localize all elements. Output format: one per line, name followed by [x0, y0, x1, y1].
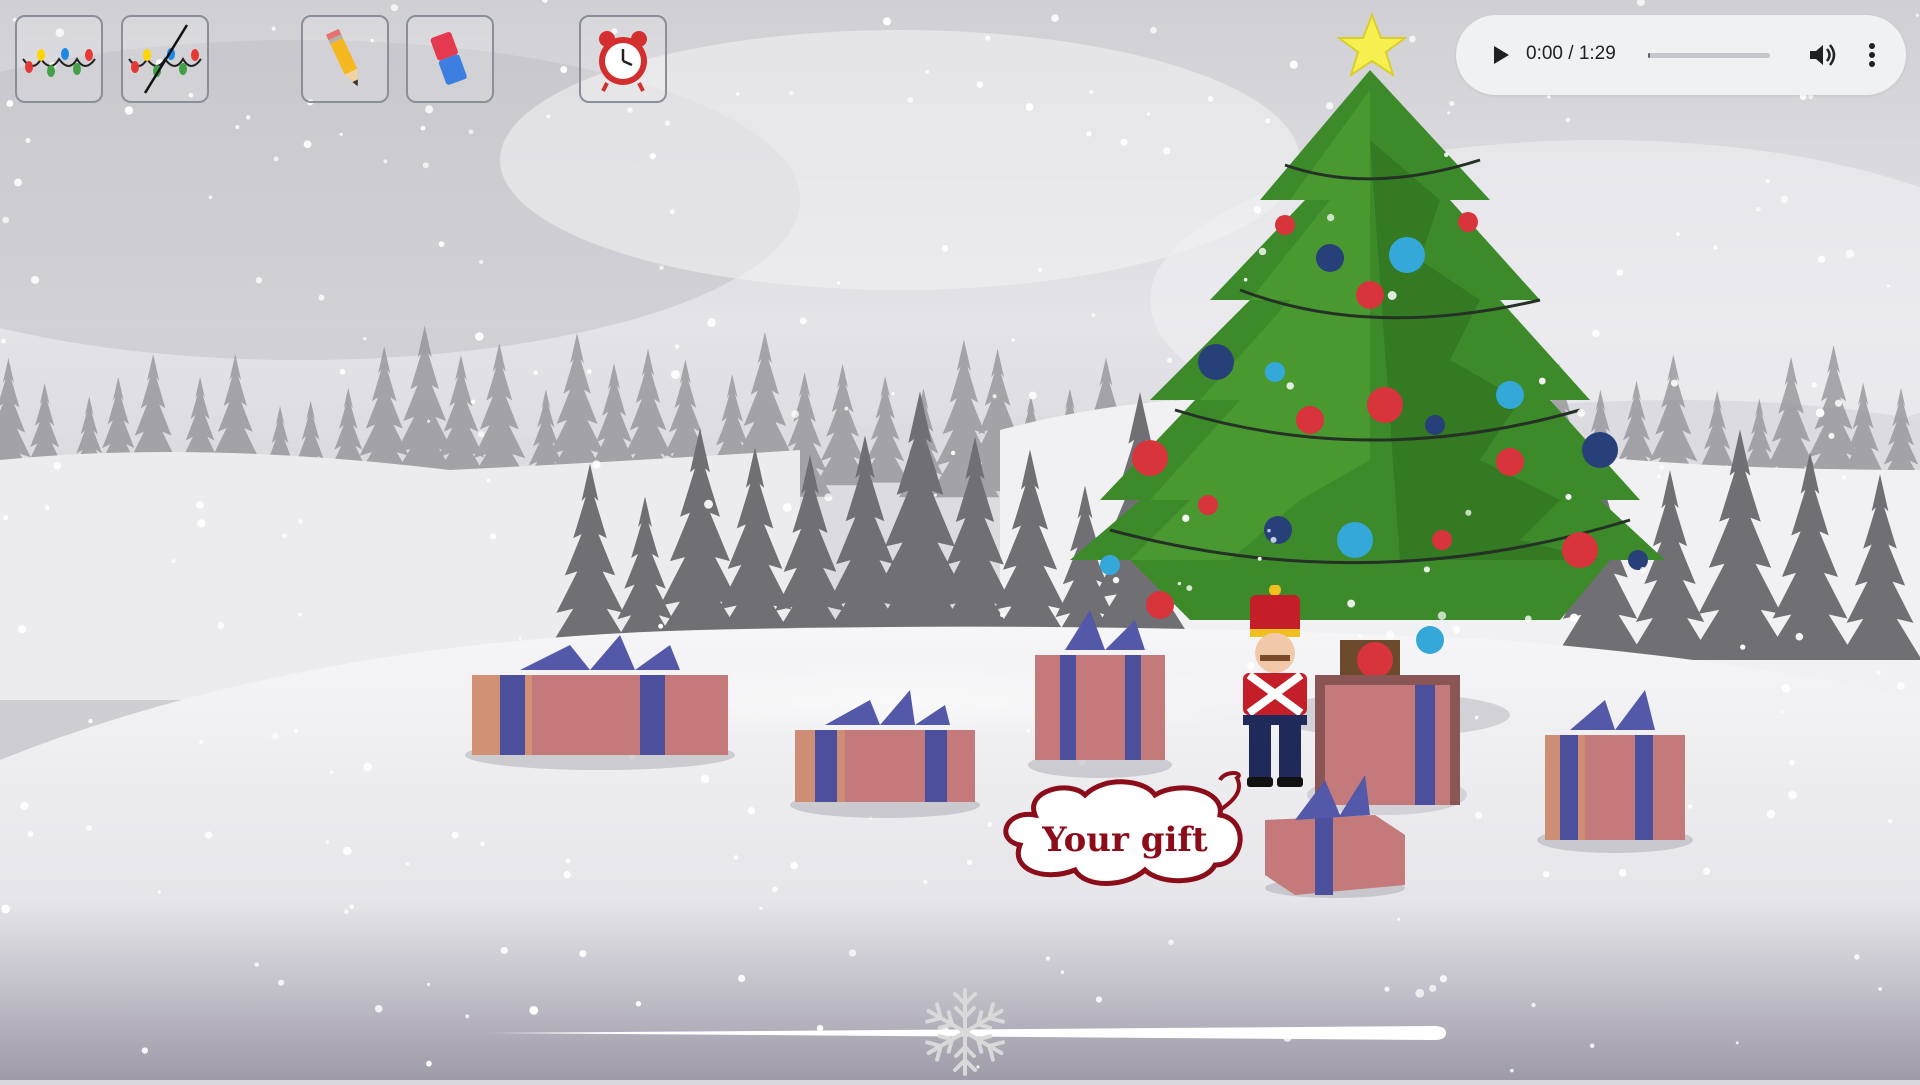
audio-time: 0:00 / 1:29 [1526, 43, 1616, 64]
audio-player: 0:00 / 1:29 [1456, 15, 1906, 95]
toy-soldier[interactable] [1225, 585, 1325, 790]
alarm-clock-button[interactable] [579, 15, 667, 103]
play-icon[interactable] [1484, 39, 1516, 71]
speech-bubble-text: Your gift [1042, 820, 1208, 860]
audio-seek-progress [1648, 53, 1651, 58]
eraser-icon [430, 31, 467, 85]
gift-box[interactable] [460, 630, 740, 770]
audio-seek-bar[interactable] [1648, 53, 1770, 58]
pencil-icon [325, 28, 358, 87]
lights-on-button[interactable] [15, 15, 103, 103]
winter-scene [0, 0, 1920, 1080]
alarm-clock-icon [599, 31, 647, 92]
string-lights-crossed-icon [128, 24, 202, 94]
lights-off-button[interactable] [121, 15, 209, 103]
pencil-button[interactable] [301, 15, 389, 103]
gift-box[interactable] [1025, 610, 1175, 780]
string-lights-icon [22, 48, 96, 77]
snowflake-icon[interactable] [920, 985, 1010, 1080]
volume-icon[interactable] [1804, 37, 1840, 73]
more-vertical-icon[interactable] [1854, 37, 1890, 73]
gift-box[interactable] [785, 690, 985, 820]
eraser-button[interactable] [406, 15, 494, 103]
gift-box[interactable] [1535, 690, 1695, 860]
